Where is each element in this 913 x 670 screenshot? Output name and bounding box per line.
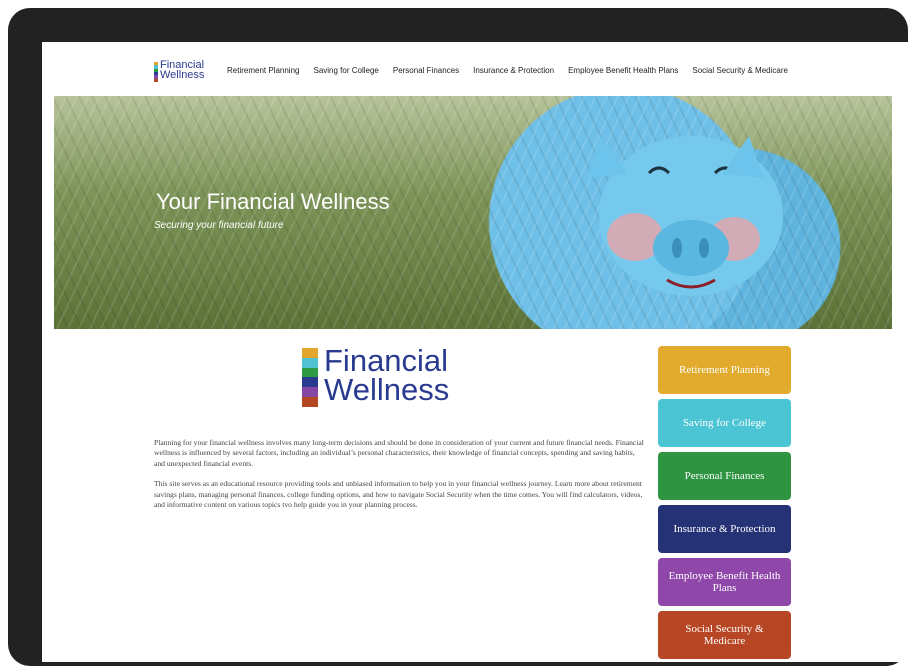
- logo-bar-6: [154, 78, 158, 82]
- side-button-saving-for-college[interactable]: Saving for College: [658, 399, 791, 447]
- topic-button-stack: Retirement Planning Saving for College P…: [658, 346, 791, 662]
- content-logo-bars: [302, 348, 318, 407]
- site-header: Financial Wellness Retirement Planning S…: [42, 60, 913, 90]
- intro-copy: Planning for your financial wellness inv…: [154, 438, 644, 520]
- nav-social-security-medicare[interactable]: Social Security & Medicare: [692, 66, 788, 75]
- nav-insurance-protection[interactable]: Insurance & Protection: [473, 66, 554, 75]
- top-nav-menu: Retirement Planning Saving for College P…: [227, 66, 788, 75]
- device-frame: Financial Wellness Retirement Planning S…: [8, 8, 913, 666]
- intro-paragraph-1: Planning for your financial wellness inv…: [154, 438, 644, 468]
- content-logo-bar-3: [302, 367, 318, 378]
- piggy-bank-image: [587, 136, 783, 296]
- content-logo-bar-4: [302, 377, 318, 388]
- logo-text: Financial Wellness: [160, 60, 205, 81]
- nav-personal-finances[interactable]: Personal Finances: [393, 66, 459, 75]
- hero-subtitle: Securing your financial future: [154, 220, 284, 231]
- content-logo-line-2: Wellness: [324, 372, 450, 407]
- content-logo: Financial Wellness: [302, 345, 482, 414]
- logo-bars: [154, 62, 158, 82]
- side-button-employee-benefit-health-plans[interactable]: Employee Benefit Health Plans: [658, 558, 791, 606]
- side-button-personal-finances[interactable]: Personal Finances: [658, 452, 791, 500]
- nav-retirement-planning[interactable]: Retirement Planning: [227, 66, 299, 75]
- site-logo[interactable]: Financial Wellness: [154, 60, 214, 86]
- side-button-retirement-planning[interactable]: Retirement Planning: [658, 346, 791, 394]
- logo-line-2: Wellness: [160, 69, 205, 81]
- side-button-insurance-protection[interactable]: Insurance & Protection: [658, 505, 791, 553]
- side-button-social-security-medicare[interactable]: Social Security & Medicare: [658, 611, 791, 659]
- content-logo-bar-1: [302, 348, 318, 358]
- content-logo-bar-2: [302, 357, 318, 368]
- content-logo-bar-5: [302, 387, 318, 398]
- hero-title: Your Financial Wellness: [156, 189, 390, 214]
- hero-banner: Your Financial Wellness Securing your fi…: [54, 96, 892, 329]
- browser-screen: Financial Wellness Retirement Planning S…: [42, 42, 913, 662]
- intro-paragraph-2: This site serves as an educational resou…: [154, 479, 643, 510]
- nav-saving-for-college[interactable]: Saving for College: [313, 66, 378, 75]
- content-logo-bar-6: [302, 397, 318, 407]
- nav-employee-benefit-health-plans[interactable]: Employee Benefit Health Plans: [568, 66, 678, 75]
- search-icon[interactable]: ⌕: [779, 88, 789, 99]
